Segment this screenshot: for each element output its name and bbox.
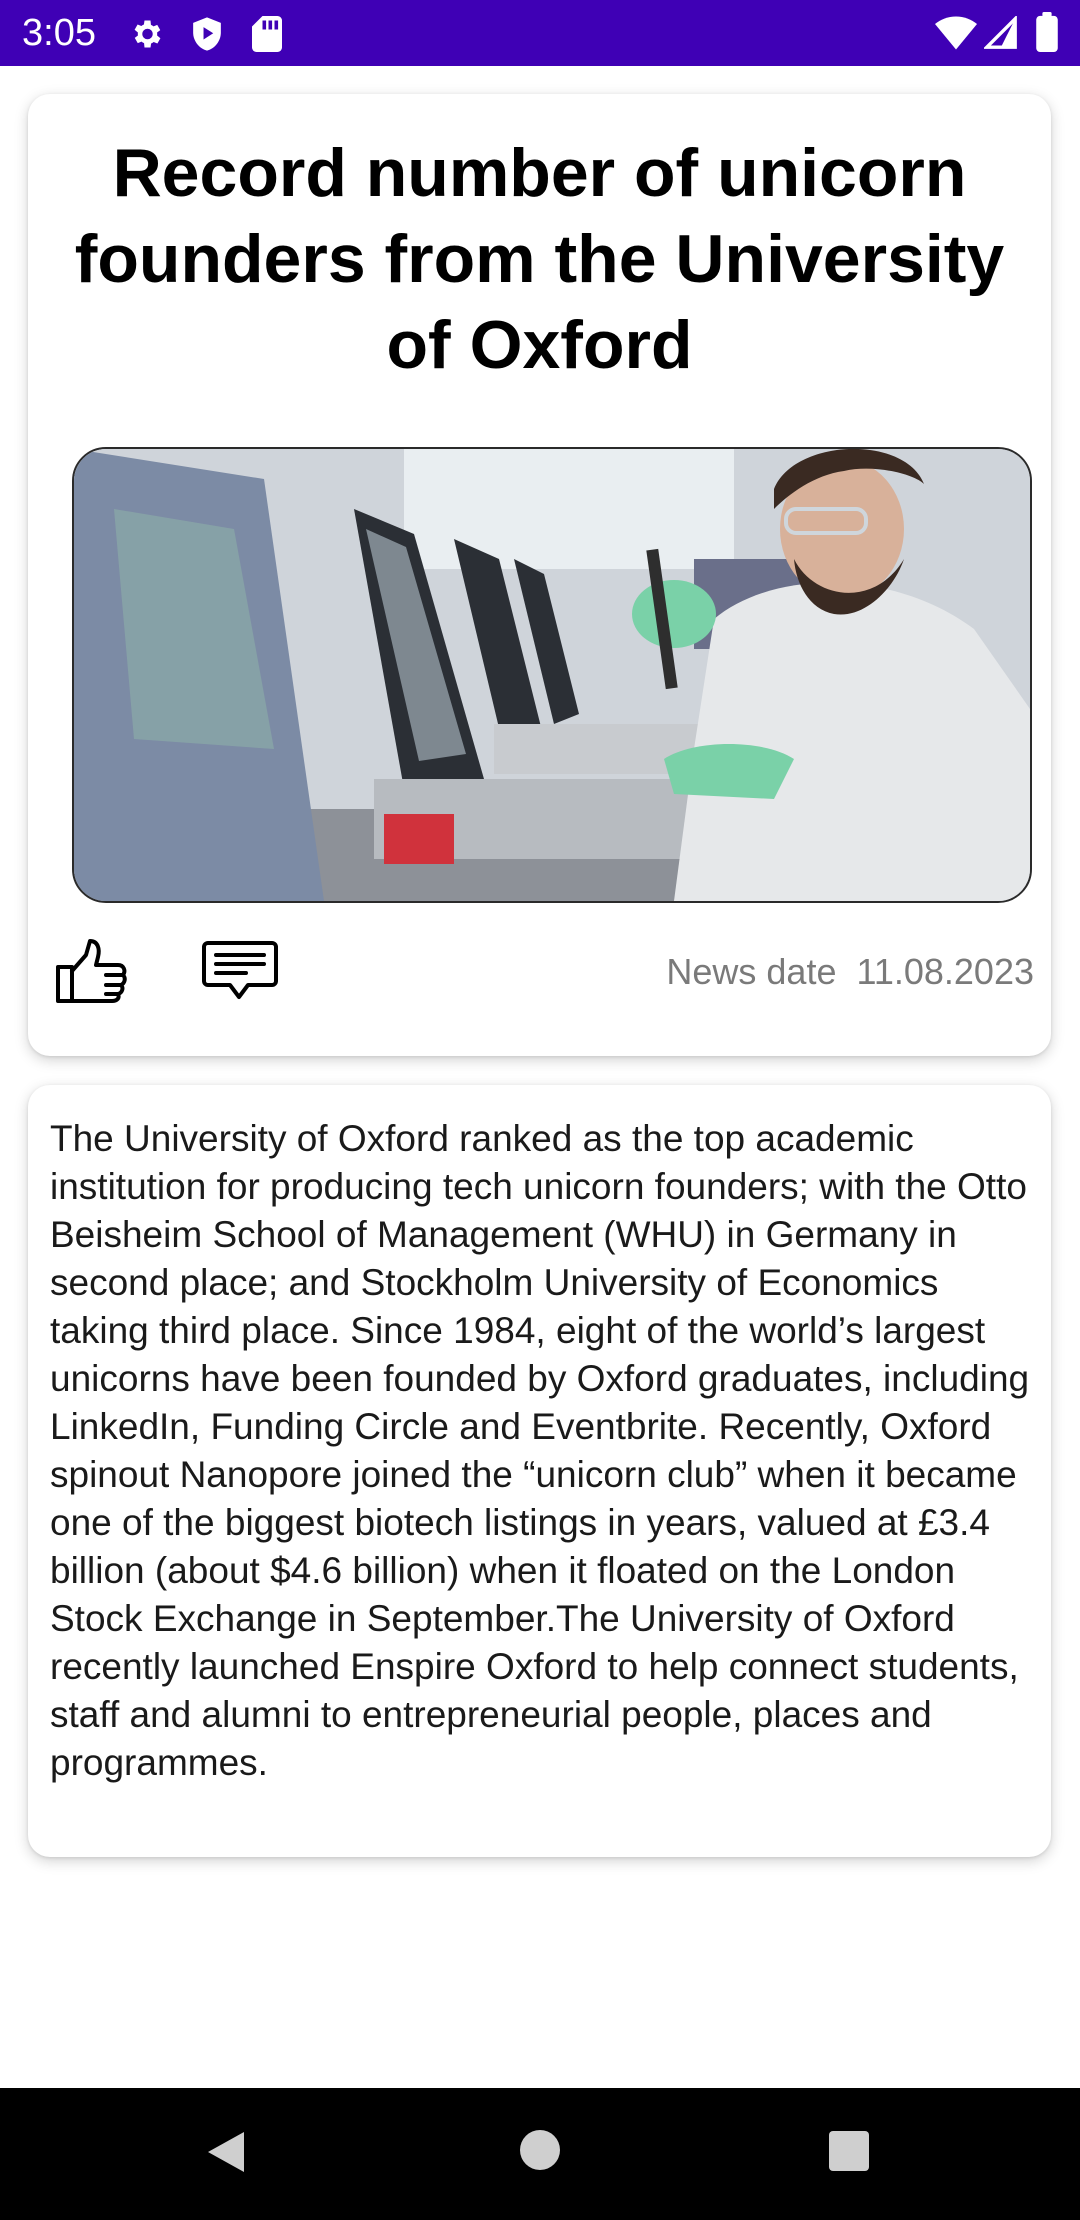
back-button[interactable] [204,2128,248,2181]
article-body-card: The University of Oxford ranked as the t… [28,1085,1051,1857]
gear-icon [128,16,164,52]
like-button[interactable] [54,937,128,1010]
comment-icon [202,941,278,999]
news-date-value: 11.08.2023 [856,951,1034,992]
article-title: Record number of unicorn founders from t… [74,135,1005,383]
play-protect-icon [190,16,224,52]
recents-button[interactable] [828,2130,870,2177]
status-bar: 3:05 [0,0,1080,66]
sd-card-icon [252,16,282,52]
news-date-label: News date [666,951,837,992]
status-time: 3:05 [22,12,96,54]
news-date: News date 11.08.2023 [666,950,1034,994]
battery-icon [1036,12,1058,52]
home-button[interactable] [518,2128,562,2177]
article-body: The University of Oxford ranked as the t… [50,1118,1030,1783]
thumbs-up-icon [56,939,127,1003]
recents-icon [829,2131,869,2171]
comment-button[interactable] [202,940,278,1007]
back-icon [208,2132,244,2172]
navigation-bar [0,2088,1080,2220]
home-icon [520,2130,560,2170]
signal-icon [984,16,1018,50]
article-header-card: Record number of unicorn founders from t… [28,94,1051,1056]
article-image[interactable] [72,447,1032,903]
wifi-icon [935,16,977,50]
